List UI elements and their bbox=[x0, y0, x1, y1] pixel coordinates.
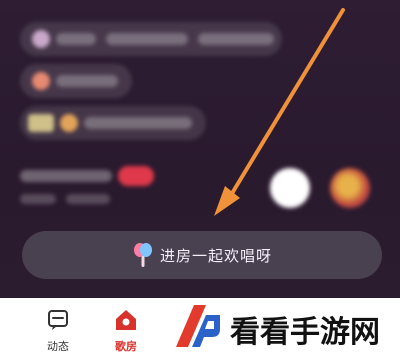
home-icon bbox=[116, 310, 136, 330]
tab-label: 动态 bbox=[47, 340, 69, 353]
tab-song-room[interactable]: 歌房 bbox=[96, 308, 156, 354]
enter-room-label: 进房一起欢唱呀 bbox=[159, 246, 272, 265]
watermark-logo-icon bbox=[176, 305, 220, 347]
microphone-icon bbox=[133, 243, 152, 267]
gift-button[interactable] bbox=[270, 168, 310, 208]
room-content-area: 进房一起欢唱呀 bbox=[0, 0, 400, 298]
tab-label: 歌房 bbox=[115, 340, 137, 353]
enter-room-button[interactable]: 进房一起欢唱呀 bbox=[22, 231, 382, 279]
status-badge bbox=[118, 166, 154, 186]
tab-feed[interactable]: 动态 bbox=[28, 308, 88, 354]
chat-message bbox=[20, 106, 206, 140]
chat-message bbox=[20, 22, 282, 56]
game-button[interactable] bbox=[330, 168, 370, 208]
chat-message bbox=[20, 64, 132, 98]
watermark-text: 看看手游网 bbox=[230, 315, 380, 350]
message-icon bbox=[48, 310, 68, 330]
